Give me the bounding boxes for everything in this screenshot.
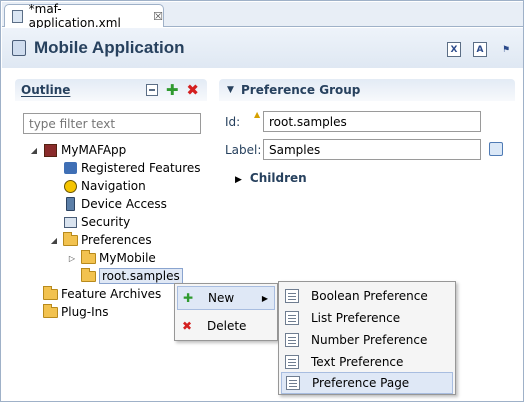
preference-group-title: Preference Group: [241, 83, 361, 97]
navigation-icon: [62, 179, 78, 193]
folder-icon: [80, 249, 96, 265]
preference-page-icon: [286, 376, 300, 390]
submenu-item-number-preference[interactable]: Number Preference: [281, 329, 453, 351]
submenu-item-label: Boolean Preference: [311, 289, 428, 303]
editor-header: Mobile Application X A ⚑: [2, 28, 523, 68]
translate-icon[interactable]: [489, 142, 503, 156]
tool-icon[interactable]: ⚑: [499, 42, 513, 57]
submenu-item-text-preference[interactable]: Text Preference: [281, 351, 453, 373]
collapse-arrow-icon[interactable]: ◢: [29, 146, 39, 155]
xml-file-icon: [10, 9, 25, 23]
tree-item-label: Feature Archives: [61, 287, 162, 301]
security-icon: [62, 215, 78, 229]
outline-toolbar: ✚ ✖: [145, 83, 199, 98]
preference-icon: [285, 311, 299, 325]
tree-item-plug-ins[interactable]: Plug-Ins: [29, 303, 109, 321]
tree-item-label: Registered Features: [81, 161, 201, 175]
collapse-arrow-icon[interactable]: ◢: [49, 236, 59, 245]
menu-item-delete[interactable]: ✖ Delete: [177, 314, 275, 338]
tree-item-preferences[interactable]: ◢ Preferences: [49, 231, 152, 249]
submenu-item-preference-page[interactable]: Preference Page: [281, 372, 453, 394]
preference-icon: [285, 289, 299, 303]
context-menu: ✚ New ▶ ✖ Delete: [174, 283, 278, 341]
folder-icon: [42, 285, 58, 301]
xml-view-icon[interactable]: X: [447, 42, 461, 57]
editor-tab-bar: *maf-application.xml ☒: [2, 2, 523, 30]
tree-item-label: Preferences: [81, 233, 152, 247]
tree-item-registered-features[interactable]: Registered Features: [49, 159, 201, 177]
tree-item-mymafapp[interactable]: ◢ MyMAFApp: [29, 141, 126, 159]
menu-item-label: Delete: [207, 319, 247, 333]
new-submenu: Boolean Preference List Preference Numbe…: [278, 281, 456, 395]
outline-header: Outline ✚ ✖: [15, 79, 207, 101]
outline-title: Outline: [21, 83, 71, 97]
expand-arrow-icon[interactable]: ▷: [67, 254, 77, 263]
delete-icon: ✖: [181, 319, 193, 333]
collapse-arrow-icon[interactable]: ▼: [227, 85, 234, 95]
page-title: Mobile Application: [34, 38, 185, 57]
folder-icon: [42, 303, 58, 319]
device-access-icon: [62, 197, 78, 211]
tree-item-label: root.samples: [99, 268, 183, 284]
warning-icon: ▲: [254, 110, 261, 119]
add-icon: ✚: [182, 291, 194, 305]
menu-item-label: New: [208, 291, 235, 305]
expand-arrow-icon: ▶: [235, 175, 242, 185]
filter-input[interactable]: [23, 113, 201, 134]
tree-item-label: Navigation: [81, 179, 146, 193]
id-label: Id:: [225, 115, 241, 129]
outline-section: Outline ✚ ✖ ◢ MyMAFApp Registered Featur…: [15, 79, 207, 401]
preference-group-section: ▼ Preference Group Id: ▲ Label: ▶ Childre…: [219, 79, 515, 209]
submenu-item-label: List Preference: [311, 311, 401, 325]
menu-item-new[interactable]: ✚ New ▶: [177, 286, 275, 310]
close-tab-icon[interactable]: ☒: [153, 10, 163, 23]
preference-icon: [285, 333, 299, 347]
submenu-item-label: Preference Page: [312, 376, 410, 390]
submenu-item-label: Number Preference: [311, 333, 428, 347]
tree-item-device-access[interactable]: Device Access: [49, 195, 167, 213]
features-icon: [62, 161, 78, 175]
header-toolbar: X A ⚑: [447, 42, 513, 57]
tree-item-label: MyMAFApp: [61, 143, 127, 157]
tree-item-navigation[interactable]: Navigation: [49, 177, 146, 195]
submenu-arrow-icon: ▶: [261, 293, 268, 303]
submenu-item-boolean-preference[interactable]: Boolean Preference: [281, 285, 453, 307]
folder-icon: [62, 231, 78, 247]
tree-item-label: Security: [81, 215, 131, 229]
label-label: Label:: [225, 143, 262, 157]
tree-item-root-samples[interactable]: root.samples: [67, 267, 183, 285]
submenu-item-list-preference[interactable]: List Preference: [281, 307, 453, 329]
submenu-item-label: Text Preference: [311, 355, 404, 369]
mobile-app-icon: [12, 40, 26, 56]
app-icon: [42, 143, 58, 157]
preference-group-header[interactable]: ▼ Preference Group: [219, 79, 515, 101]
editor-window: *maf-application.xml ☒ Mobile Applicatio…: [0, 0, 524, 402]
tree-item-label: MyMobile: [99, 251, 156, 265]
app-preview-icon[interactable]: A: [473, 42, 487, 57]
editor-tab-label: *maf-application.xml: [28, 2, 121, 30]
children-section-toggle[interactable]: ▶ Children: [235, 171, 307, 185]
id-field[interactable]: [263, 111, 481, 132]
tree-item-mymobile[interactable]: ▷ MyMobile: [67, 249, 156, 267]
label-field[interactable]: [263, 139, 481, 160]
preference-icon: [285, 355, 299, 369]
collapse-all-icon[interactable]: [145, 84, 158, 96]
tree-item-feature-archives[interactable]: Feature Archives: [29, 285, 161, 303]
folder-icon: [80, 267, 96, 283]
add-icon[interactable]: ✚: [166, 83, 179, 98]
editor-tab[interactable]: *maf-application.xml ☒: [4, 2, 164, 30]
tree-item-security[interactable]: Security: [49, 213, 130, 231]
tree-item-label: Device Access: [81, 197, 167, 211]
children-label: Children: [249, 171, 307, 185]
tree-item-label: Plug-Ins: [61, 305, 109, 319]
delete-icon[interactable]: ✖: [186, 83, 199, 98]
